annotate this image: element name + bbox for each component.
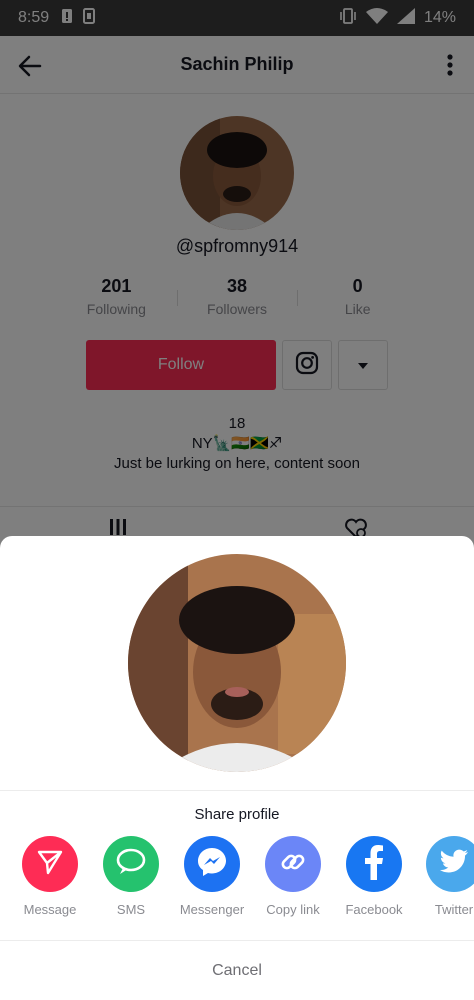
share-sms-circle	[103, 836, 159, 892]
share-title: Share profile	[194, 806, 280, 823]
share-messenger[interactable]: Messenger	[172, 836, 252, 917]
twitter-icon	[439, 849, 469, 880]
divider	[0, 790, 474, 791]
share-sms[interactable]: SMS	[91, 836, 171, 917]
share-messenger-circle	[184, 836, 240, 892]
profile-photo	[128, 554, 346, 772]
chat-bubble-icon	[115, 847, 147, 882]
share-twitter-circle	[426, 836, 474, 892]
share-option-label: Message	[23, 902, 77, 917]
send-icon	[35, 847, 65, 882]
share-option-label: Copy link	[266, 902, 320, 917]
share-facebook-circle	[346, 836, 402, 892]
share-facebook[interactable]: Facebook	[334, 836, 414, 917]
share-copy-link-circle	[265, 836, 321, 892]
share-option-label: Twitter	[434, 902, 474, 917]
share-twitter[interactable]: Twitter	[414, 836, 474, 917]
share-option-label: Facebook	[345, 902, 403, 917]
share-options: Message SMS Messenger Copy link Facebook…	[22, 836, 474, 926]
share-option-label: SMS	[116, 902, 146, 917]
cancel-button[interactable]: Cancel	[0, 941, 474, 1000]
link-icon	[278, 847, 308, 882]
share-copy-link[interactable]: Copy link	[253, 836, 333, 917]
share-sheet: Share profile Message SMS Messenger Copy…	[0, 536, 474, 1000]
share-message[interactable]: Message	[10, 836, 90, 917]
share-message-circle	[22, 836, 78, 892]
messenger-icon	[195, 845, 229, 884]
share-option-label: Messenger	[179, 902, 245, 917]
facebook-icon	[360, 844, 388, 885]
